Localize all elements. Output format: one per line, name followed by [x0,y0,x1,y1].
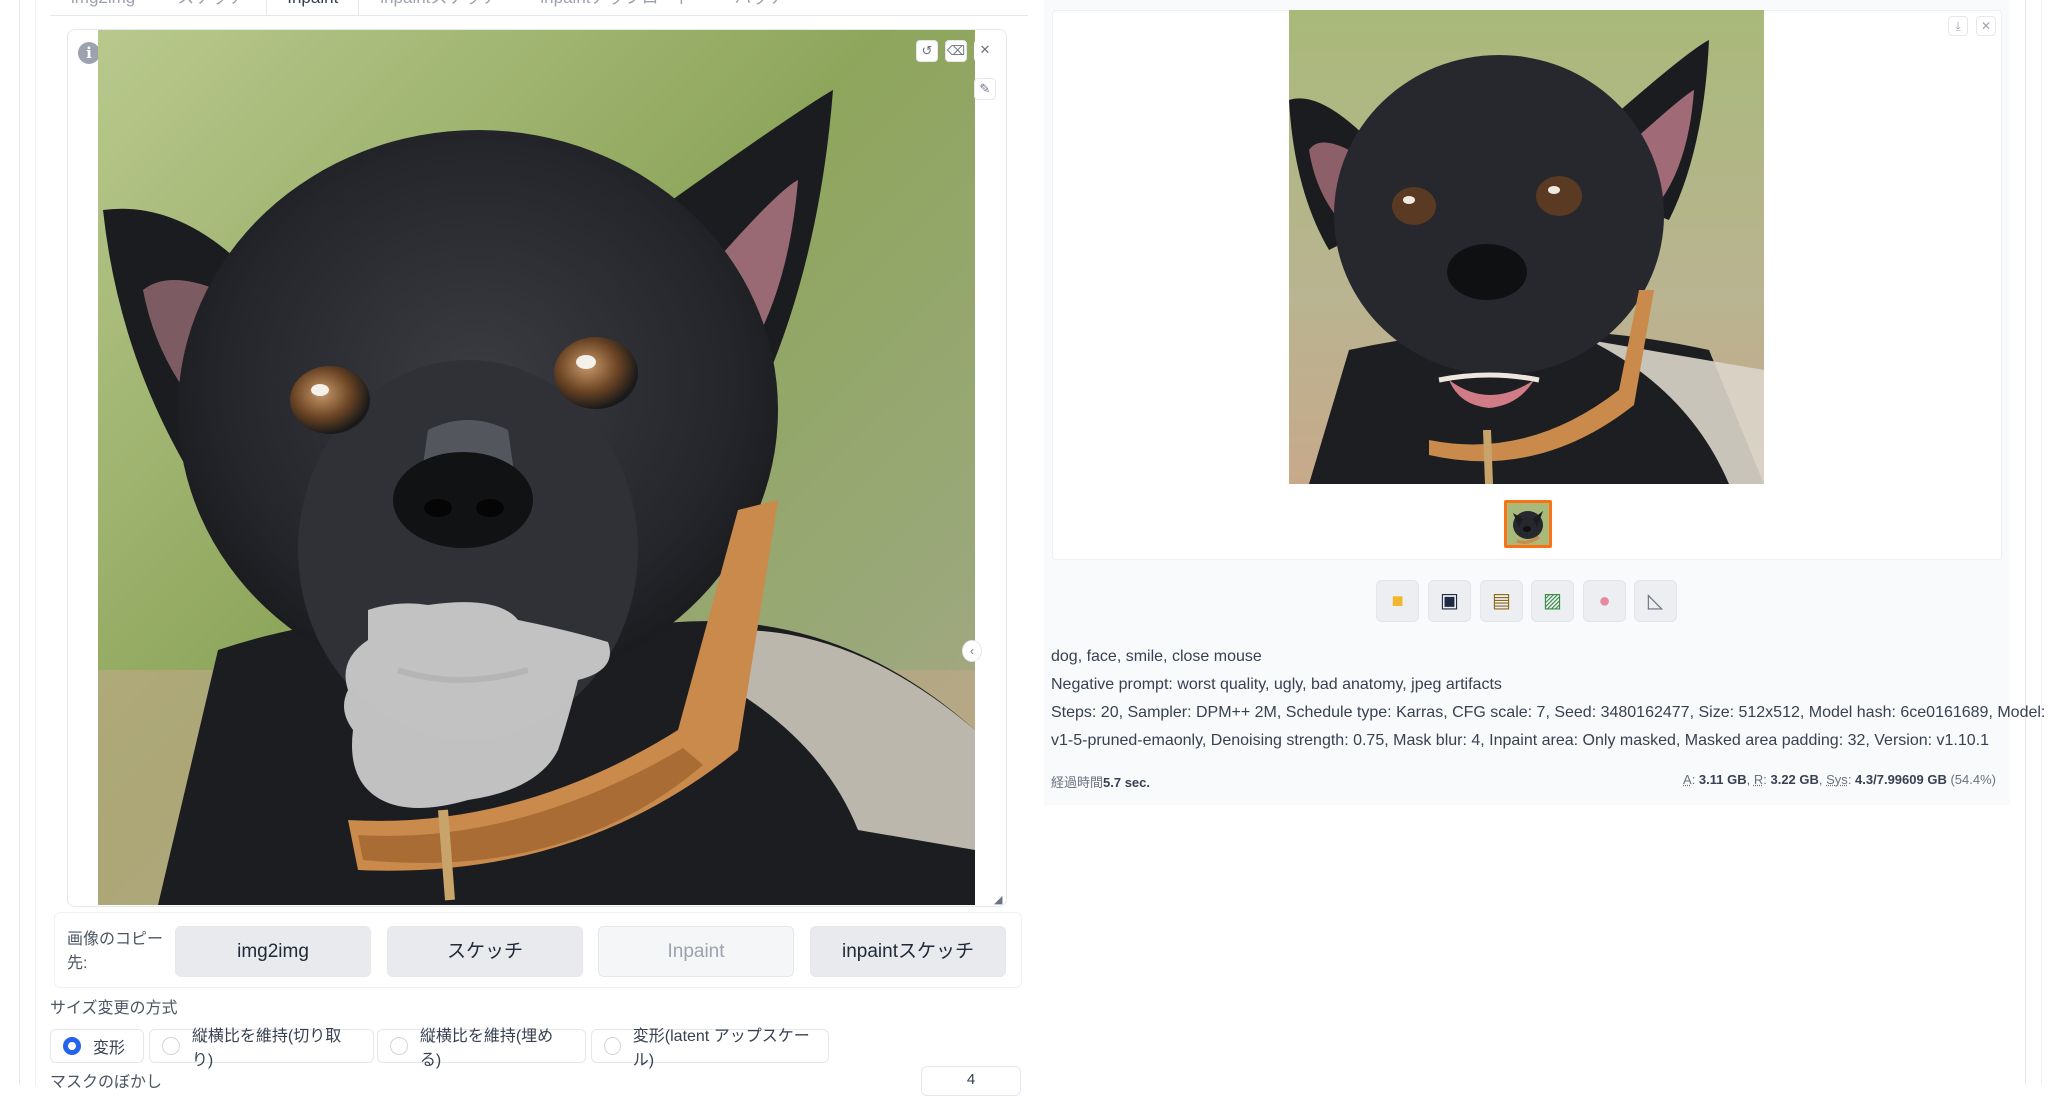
mask-blur-label: マスクのぼかし [50,1068,162,1092]
download-button[interactable]: ⤓ [1948,16,1968,36]
close-icon: ✕ [1981,19,1991,33]
copy-to-img2img-button[interactable]: img2img [175,926,371,977]
chevron-left-icon: ‹ [970,644,974,658]
resize-option-fill[interactable]: 縦横比を維持(埋める) [377,1029,586,1063]
brush-icon: ✎ [980,81,991,96]
elapsed-time: 経過時間5.7 sec. [1051,772,1150,791]
mode-tabs: img2img スケッチ Inpaint inpaintスケッチ inpaint… [50,0,807,16]
resize-grip-icon[interactable]: ◢ [994,893,1006,905]
folder-icon: ■ [1391,590,1403,612]
frame-divider [19,0,20,1085]
generation-params-line1: Steps: 20, Sampler: DPM++ 2M, Schedule t… [1051,702,2045,724]
eraser-icon: ⌫ [947,43,965,58]
result-thumbnail[interactable] [1504,500,1552,548]
frame-divider [35,0,36,1085]
send-to-inpaint-button[interactable]: ● [1583,580,1626,622]
result-dog-photo [1289,10,1764,484]
collapse-handle[interactable]: ‹ [962,640,982,662]
tabs-divider [50,15,1028,16]
resize-option-stretch[interactable]: 変形 [50,1029,144,1063]
radio-selected-icon [63,1037,81,1055]
negative-prompt-text: Negative prompt: worst quality, ugly, ba… [1051,674,1502,696]
dog-photo [98,30,975,905]
memory-usage: A: 3.11 GB, R: 3.22 GB, Sys: 4.3/7.99609… [1683,772,1996,787]
frame-divider [2025,0,2026,1085]
tab-sketch[interactable]: スケッチ [156,0,266,16]
input-image[interactable] [98,30,975,905]
radio-icon [162,1037,180,1055]
prompt-text: dog, face, smile, close mouse [1051,646,1262,668]
close-gallery-button[interactable]: ✕ [1976,16,1996,36]
tab-inpaint-sketch[interactable]: inpaintスケッチ [359,0,519,16]
resize-option-latent[interactable]: 変形(latent アップスケール) [591,1029,829,1063]
zip-icon: ▤ [1492,590,1511,612]
download-icon: ⤓ [1955,19,1960,33]
app-root: img2img スケッチ Inpaint inpaintスケッチ inpaint… [0,0,2048,1085]
tab-batch[interactable]: バッチ [714,0,807,16]
generation-params-line2: v1-5-pruned-emaonly, Denoising strength:… [1051,730,1989,752]
tab-img2img[interactable]: img2img [50,0,156,16]
undo-icon: ↺ [922,43,933,58]
eraser-button[interactable]: ⌫ [945,40,967,62]
palette-icon: ● [1598,590,1610,612]
send-to-extras-button[interactable]: ◺ [1634,580,1677,622]
resize-option-crop[interactable]: 縦横比を維持(切り取り) [149,1029,374,1063]
copy-to-sketch-button[interactable]: スケッチ [387,926,583,977]
ruler-icon: ◺ [1648,590,1663,612]
undo-button[interactable]: ↺ [916,40,938,62]
resize-mode-label: サイズ変更の方式 [50,994,178,1018]
open-folder-button[interactable]: ■ [1376,580,1419,622]
save-zip-button[interactable]: ▤ [1480,580,1523,622]
mask-blur-input[interactable]: 4 [921,1066,1021,1096]
frame-divider [2041,0,2042,1085]
copy-to-inpaint-button: Inpaint [598,926,794,977]
send-to-img2img-button[interactable]: ▨ [1531,580,1574,622]
close-icon: ✕ [980,42,991,57]
clear-button[interactable]: ✕ [974,40,996,62]
radio-icon [390,1037,408,1055]
image-icon: ▨ [1543,590,1562,612]
brush-button[interactable]: ✎ [974,78,996,100]
radio-icon [604,1037,621,1055]
save-icon: ▣ [1440,590,1459,612]
thumbnail-image [1507,503,1549,545]
tab-inpaint[interactable]: Inpaint [266,0,359,16]
save-button[interactable]: ▣ [1428,580,1471,622]
copy-to-label: 画像のコピー先: [67,928,167,976]
tab-inpaint-upload[interactable]: inpaintアップロード [519,0,713,16]
result-image[interactable] [1289,10,1764,484]
copy-to-inpaint-sketch-button[interactable]: inpaintスケッチ [810,926,1006,977]
info-icon[interactable]: i [78,42,100,64]
